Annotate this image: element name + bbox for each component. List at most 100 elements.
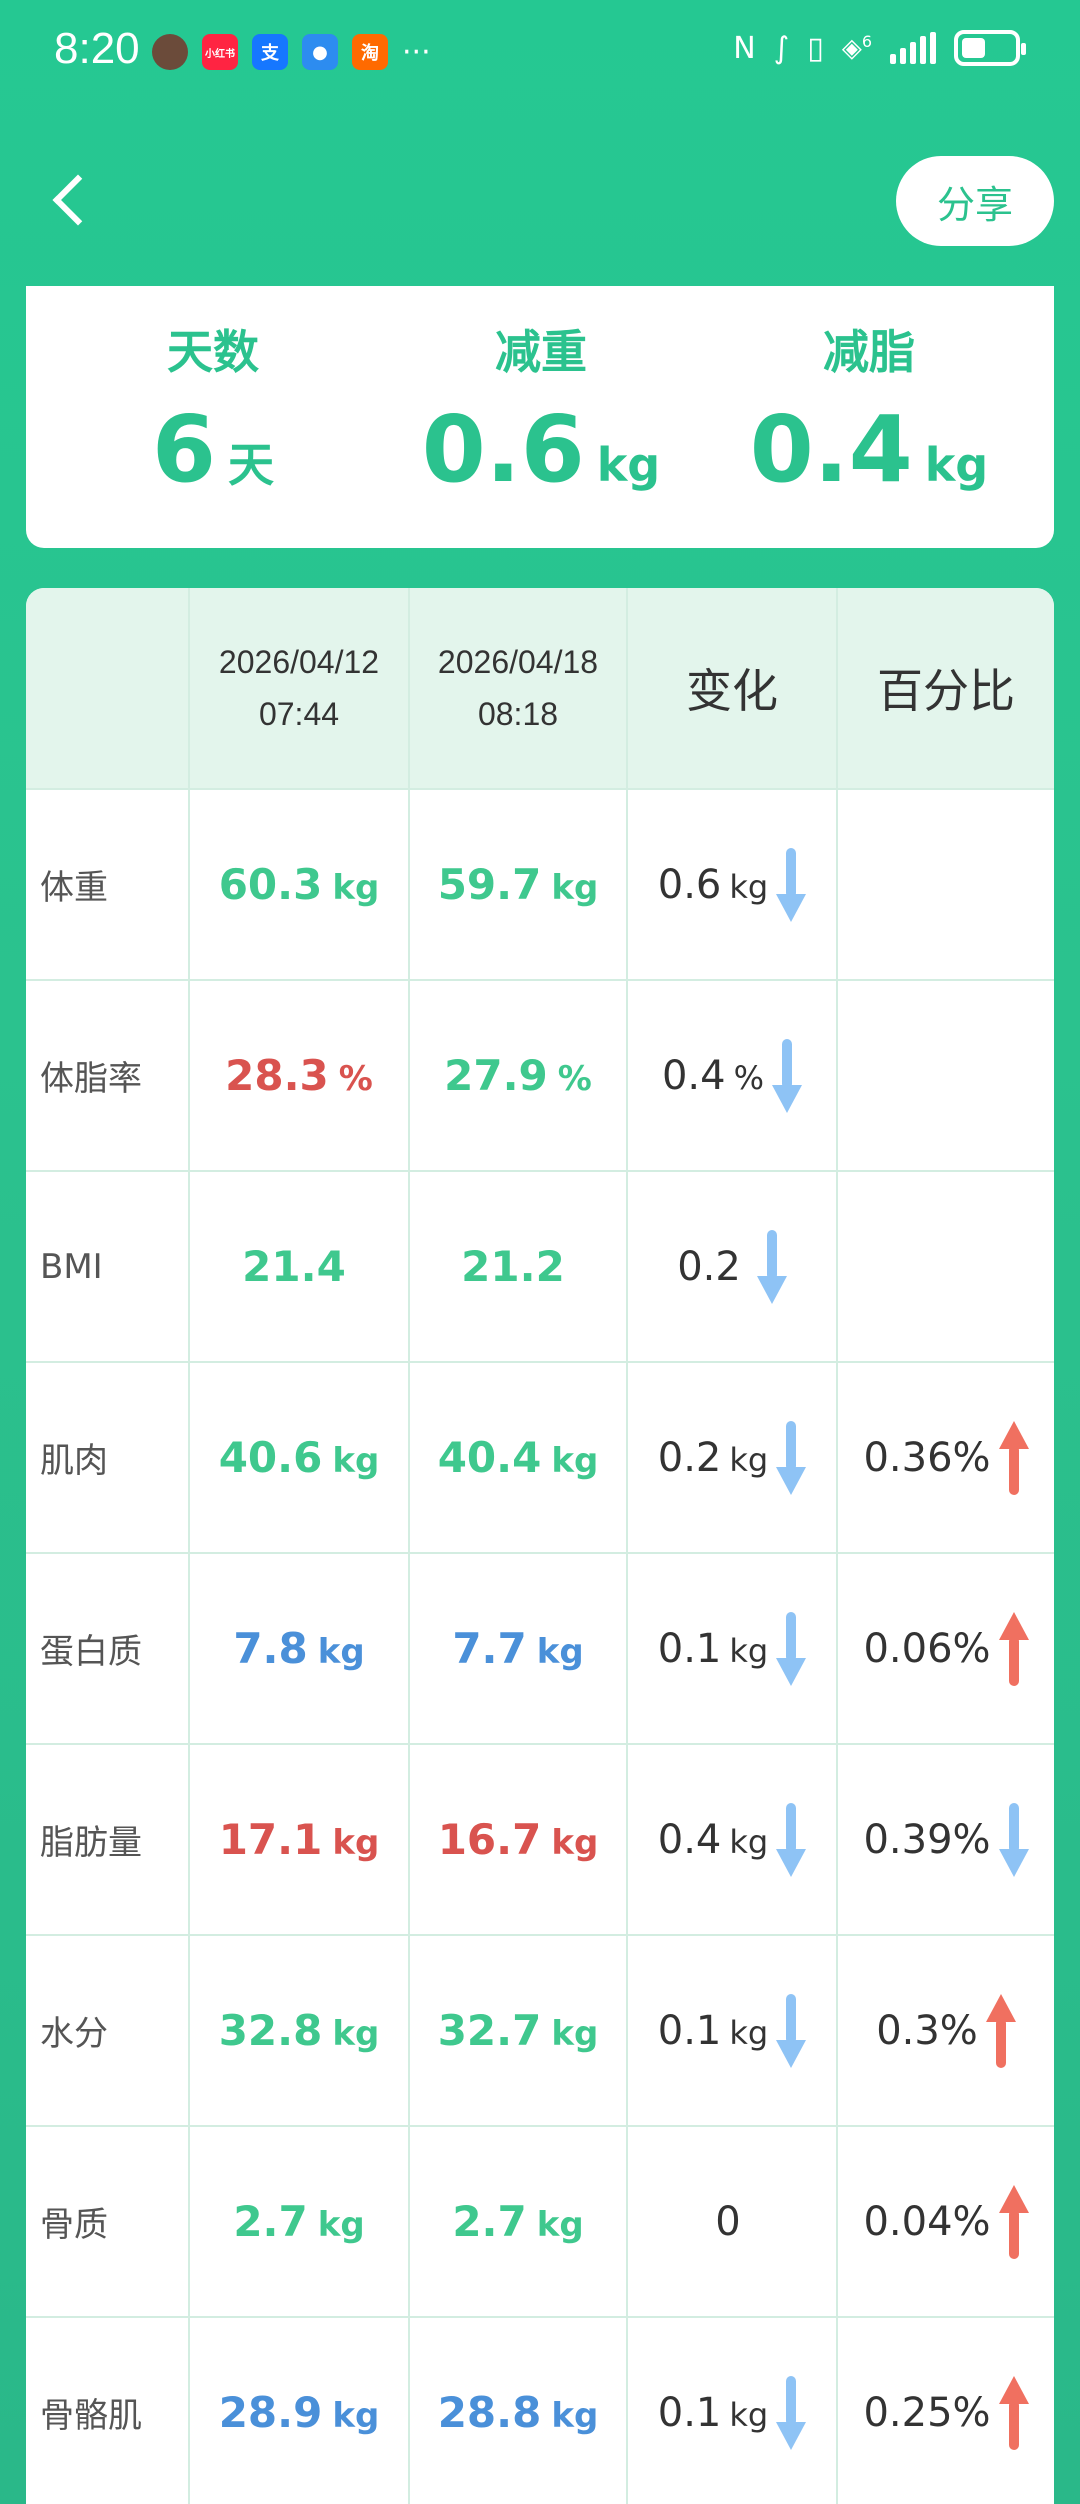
- notification-icons: 小红书 支 ● 淘 ···: [152, 34, 442, 70]
- change-cell: 0.1 kg: [628, 1554, 836, 1743]
- value-number: 32.8: [218, 2006, 323, 2055]
- header-empty-cell: [26, 588, 188, 788]
- percent-value: 0.36%: [863, 1434, 991, 1481]
- fat-loss-unit: kg: [924, 438, 989, 492]
- value-number: 40.4: [437, 1433, 542, 1482]
- change-unit: kg: [729, 2395, 769, 2434]
- change-value: 0.2: [657, 1434, 722, 1481]
- change-unit: kg: [729, 1440, 769, 1479]
- value-date-1: 21.4: [190, 1172, 408, 1361]
- change-cell: 0.1 kg: [628, 1936, 836, 2125]
- percent-cell: 0.04%: [838, 2127, 1054, 2316]
- status-bar: 8:20 小红书 支 ● 淘 ··· N ∫ ▯ ◈6: [0, 0, 1080, 104]
- metric-name: 骨质: [40, 2205, 108, 2245]
- weight-loss-unit: kg: [596, 438, 661, 492]
- change-value: 0.2: [677, 1243, 741, 1290]
- value-date-2: 7.7 kg: [410, 1554, 626, 1743]
- table-row: 体重 60.3 kg 59.7 kg 0.6 kg: [26, 788, 1054, 979]
- change-value: 0.4: [657, 1816, 722, 1863]
- value-unit: kg: [332, 1823, 380, 1863]
- table-row: 骨质 2.7 kg 2.7 kg 0 0.04%: [26, 2125, 1054, 2316]
- metric-name: 水分: [40, 2014, 108, 2054]
- date-2-day: 2026/04/18: [437, 644, 599, 680]
- battery-icon: [954, 30, 1026, 66]
- percent-cell: 0.3%: [838, 1936, 1054, 2125]
- table-header: 2026/04/12 07:44 2026/04/18 08:18 变化 百分比: [26, 588, 1054, 788]
- arrow-down-icon: [776, 1993, 807, 2068]
- value-number: 27.9: [444, 1051, 548, 1100]
- change-value: 0.1: [657, 2389, 722, 2436]
- percent-value: 0.3%: [876, 2007, 978, 2054]
- share-button[interactable]: 分享: [896, 156, 1054, 246]
- value-number: 32.7: [437, 2006, 542, 2055]
- vibrate-icon: ▯: [807, 30, 824, 66]
- value-date-2: 16.7 kg: [410, 1745, 626, 1934]
- network-type: 6: [861, 32, 872, 52]
- value-number: 59.7: [437, 860, 542, 909]
- percent-value: 0.06%: [863, 1625, 991, 1672]
- message-notification-icon: ●: [302, 34, 338, 70]
- arrow-up-icon: [998, 2184, 1029, 2259]
- more-notifications-icon: ···: [402, 34, 431, 70]
- arrow-down-icon: [776, 1611, 807, 1686]
- change-unit: kg: [729, 1631, 769, 1670]
- date-1-day: 2026/04/12: [218, 644, 380, 680]
- signal-icon: [890, 32, 936, 64]
- fat-loss-label: 减脂: [823, 325, 915, 379]
- change-value: 0.6: [657, 861, 722, 908]
- percent-value: 0.04%: [863, 2198, 991, 2245]
- days-label: 天数: [167, 325, 259, 379]
- home-indicator: [790, 2452, 1050, 2492]
- value-date-2: 2.7 kg: [410, 2127, 626, 2316]
- value-number: 21.4: [242, 1242, 346, 1291]
- arrow-up-icon: [985, 1993, 1016, 2068]
- value-number: 16.7: [437, 1815, 542, 1864]
- value-unit: %: [557, 1059, 592, 1099]
- comparison-table: 2026/04/12 07:44 2026/04/18 08:18 变化 百分比 体…: [26, 588, 1054, 2504]
- value-date-2: 27.9%: [410, 981, 626, 1170]
- value-number: 2.7: [233, 2197, 308, 2246]
- value-number: 17.1: [218, 1815, 323, 1864]
- xiaohongshu-notification-icon: 小红书: [202, 34, 238, 70]
- table-row: 肌肉 40.6 kg 40.4 kg 0.2 kg 0.36%: [26, 1361, 1054, 1552]
- change-cell: 0.2: [628, 1172, 836, 1361]
- value-date-1: 2.7 kg: [190, 2127, 408, 2316]
- value-number: 2.7: [452, 2197, 527, 2246]
- value-number: 60.3: [218, 860, 323, 909]
- value-unit: kg: [536, 2205, 584, 2245]
- alipay-notification-icon: 支: [252, 34, 288, 70]
- days-unit: 天: [228, 438, 274, 492]
- change-unit: kg: [729, 867, 769, 906]
- change-value: 0.1: [657, 2007, 722, 2054]
- back-arrow-icon[interactable]: [40, 166, 100, 236]
- value-unit: kg: [332, 868, 380, 908]
- value-number: 28.9: [218, 2388, 323, 2437]
- value-unit: kg: [536, 1632, 584, 1672]
- value-unit: kg: [551, 868, 599, 908]
- summary-card: 天数 6 天 减重 0.6 kg 减脂 0.4 kg: [26, 286, 1054, 548]
- header-date-1: 2026/04/12 07:44: [190, 588, 408, 788]
- value-date-2: 28.8 kg: [410, 2318, 626, 2504]
- percent-cell: 0.39%: [838, 1745, 1054, 1934]
- table-row: 体脂率 28.3% 27.9% 0.4%: [26, 979, 1054, 1170]
- metric-name: 蛋白质: [40, 1632, 142, 1672]
- arrow-up-icon: [998, 1420, 1029, 1495]
- metric-name: 肌肉: [40, 1441, 108, 1481]
- value-date-1: 28.3%: [190, 981, 408, 1170]
- arrow-down-icon: [776, 1420, 807, 1495]
- change-unit: kg: [729, 2013, 769, 2052]
- percent-value: 0.39%: [863, 1816, 991, 1863]
- value-date-1: 40.6 kg: [190, 1363, 408, 1552]
- avatar-notification-icon: [152, 34, 188, 70]
- table-row: 蛋白质 7.8 kg 7.7 kg 0.1 kg 0.06%: [26, 1552, 1054, 1743]
- metric-name: 骨骼肌: [40, 2396, 142, 2436]
- percent-value: 0.25%: [863, 2389, 991, 2436]
- percent-cell: [838, 1172, 1054, 1361]
- value-date-1: 60.3 kg: [190, 790, 408, 979]
- value-unit: kg: [317, 1632, 365, 1672]
- value-number: 7.8: [233, 1624, 308, 1673]
- value-date-2: 59.7 kg: [410, 790, 626, 979]
- value-date-2: 21.2: [410, 1172, 626, 1361]
- status-time: 8:20: [54, 24, 140, 73]
- value-unit: kg: [332, 1441, 380, 1481]
